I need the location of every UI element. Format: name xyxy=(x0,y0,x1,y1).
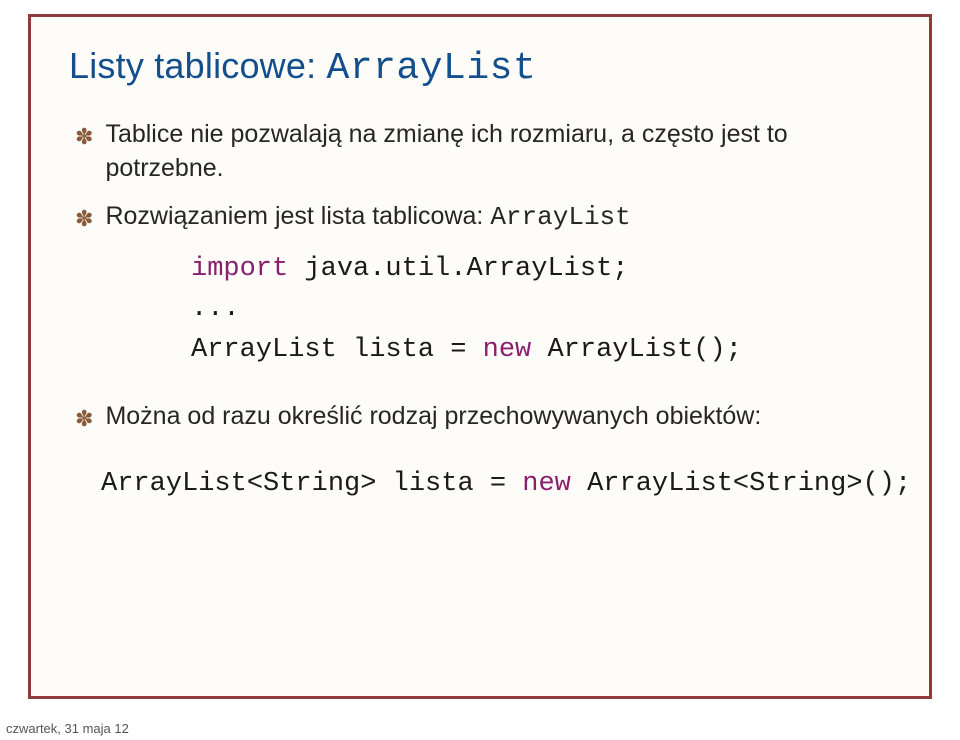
title-prefix: Listy tablicowe: xyxy=(69,45,327,86)
code-block-2: ArrayList<String> lista = new ArrayList<… xyxy=(101,464,891,505)
bullet-2-mono: ArrayList xyxy=(490,202,630,232)
code1-l1-rest: java.util.ArrayList; xyxy=(288,254,628,284)
bullet-2-text: Rozwiązaniem jest lista tablicowa: Array… xyxy=(105,200,891,235)
bullet-2: ✽ Rozwiązaniem jest lista tablicowa: Arr… xyxy=(75,200,891,235)
asterisk-icon: ✽ xyxy=(75,204,93,234)
bullet-1-text: Tablice nie pozwalają na zmianę ich rozm… xyxy=(105,118,891,186)
keyword-import: import xyxy=(191,254,288,284)
code2-c: ArrayList<String>(); xyxy=(571,469,911,499)
code1-l2: ... xyxy=(191,294,240,324)
title-mono: ArrayList xyxy=(327,47,537,90)
bullet-3-text: Można od razu określić rodzaj przechowyw… xyxy=(105,400,891,434)
footer-timestamp: czwartek, 31 maja 12 xyxy=(6,721,129,736)
keyword-new: new xyxy=(483,335,532,365)
code1-l3-c: ArrayList(); xyxy=(531,335,742,365)
keyword-new: new xyxy=(522,469,571,499)
code1-l3-a: ArrayList lista = xyxy=(191,335,483,365)
asterisk-icon: ✽ xyxy=(75,122,93,152)
bullet-1: ✽ Tablice nie pozwalają na zmianę ich ro… xyxy=(75,118,891,186)
slide-title: Listy tablicowe: ArrayList xyxy=(69,45,891,90)
slide-frame: Listy tablicowe: ArrayList ✽ Tablice nie… xyxy=(28,14,932,699)
code2-a: ArrayList<String> lista = xyxy=(101,469,522,499)
asterisk-icon: ✽ xyxy=(75,404,93,434)
bullet-2-prefix: Rozwiązaniem jest lista tablicowa: xyxy=(105,202,490,230)
bullet-3: ✽ Można od razu określić rodzaj przechow… xyxy=(75,400,891,434)
code-block-1: import java.util.ArrayList; ... ArrayLis… xyxy=(191,249,891,371)
